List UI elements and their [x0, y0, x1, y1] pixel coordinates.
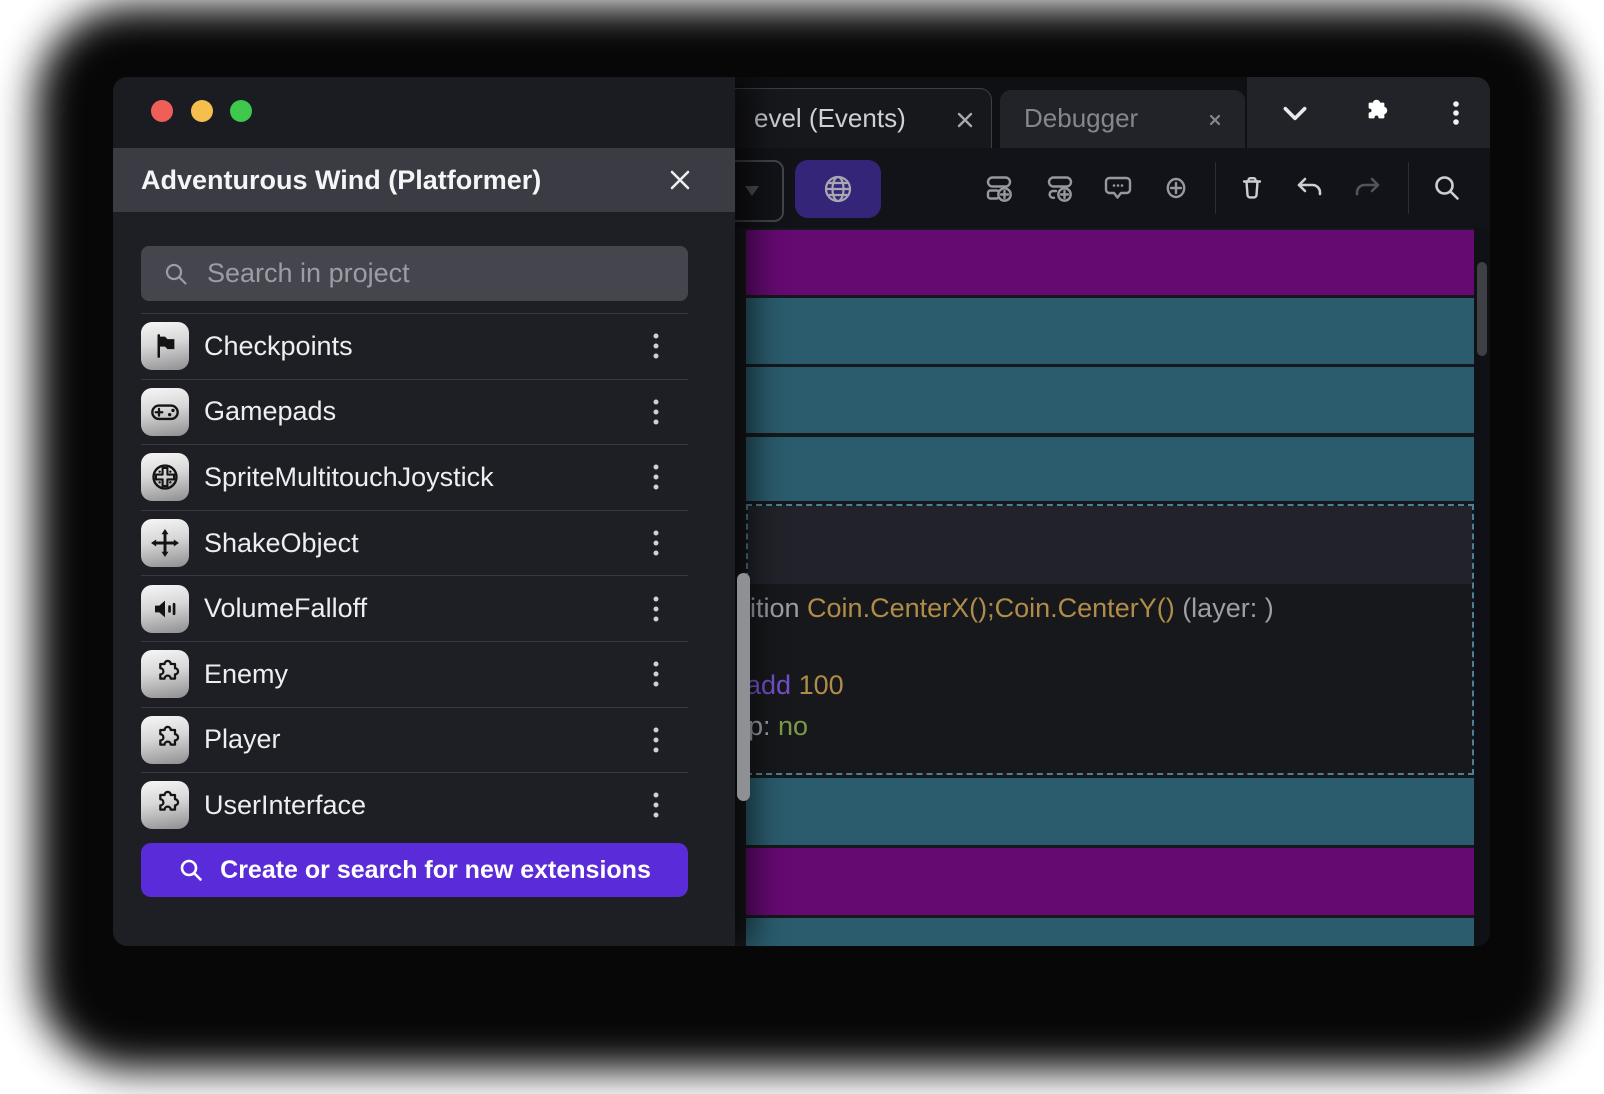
search-input[interactable] — [205, 257, 649, 290]
list-item-shake-object[interactable]: ShakeObject — [141, 510, 688, 576]
list-item-checkpoints[interactable]: Checkpoints — [141, 313, 688, 379]
event-row[interactable] — [746, 918, 1474, 946]
search-events-icon[interactable] — [1429, 170, 1465, 206]
event-row[interactable] — [746, 298, 1474, 364]
scene-globe-button[interactable] — [795, 160, 881, 218]
code-token: ition — [750, 593, 807, 623]
list-item-volume-falloff[interactable]: VolumeFalloff — [141, 575, 688, 641]
code-token: no — [778, 711, 808, 741]
code-token: Coin.CenterY() — [995, 593, 1175, 623]
list-item-label: Player — [204, 724, 281, 755]
add-subevent-icon[interactable] — [1042, 170, 1078, 206]
kebab-menu-icon[interactable] — [647, 328, 665, 364]
scrollbar-thumb[interactable] — [1477, 262, 1487, 356]
kebab-menu-icon[interactable] — [647, 525, 665, 561]
close-tab-icon[interactable] — [1202, 107, 1228, 133]
code-token: ; — [987, 593, 995, 623]
add-circle-icon[interactable] — [1158, 170, 1194, 206]
list-item-gamepads[interactable]: Gamepads — [141, 379, 688, 445]
speaker-icon — [141, 585, 189, 633]
event-row[interactable] — [746, 230, 1474, 295]
project-search[interactable] — [141, 246, 688, 301]
list-item-label: ShakeObject — [204, 528, 359, 559]
gdevelop-window: evel (Events) Debugger — [113, 77, 1490, 946]
list-item-user-interface[interactable]: UserInterface — [141, 772, 688, 838]
extensions-button-label: Create or search for new extensions — [220, 856, 651, 885]
list-item-label: UserInterface — [204, 790, 366, 821]
chevron-down-icon[interactable] — [1280, 98, 1310, 128]
list-item-label: Checkpoints — [204, 331, 353, 362]
search-icon — [178, 857, 204, 883]
code-token: 100 — [799, 670, 844, 700]
tab-level-events[interactable]: evel (Events) — [723, 88, 992, 149]
tab-debugger[interactable]: Debugger — [1000, 90, 1245, 148]
kebab-menu-icon[interactable] — [647, 787, 665, 823]
redo-icon[interactable] — [1349, 170, 1385, 206]
event-row[interactable] — [746, 437, 1474, 501]
event-row-selected[interactable] — [746, 504, 1474, 775]
add-comment-icon[interactable] — [1100, 170, 1136, 206]
gamepad-icon — [141, 388, 189, 436]
kebab-menu-icon[interactable] — [1441, 98, 1471, 128]
puzzle-icon — [141, 781, 189, 829]
toolbar-divider — [1408, 162, 1409, 214]
add-event-icon[interactable] — [981, 170, 1017, 206]
window-titlebar — [113, 77, 735, 148]
panel-header: Adventurous Wind (Platformer) — [113, 148, 735, 212]
window-header-right — [1247, 77, 1490, 148]
close-tab-icon[interactable] — [952, 107, 978, 133]
list-item-label: VolumeFalloff — [204, 593, 367, 624]
create-search-extensions-button[interactable]: Create or search for new extensions — [141, 843, 688, 897]
event-action-text: ition Coin.CenterX();Coin.CenterY() (lay… — [750, 593, 1274, 624]
panel-scrollbar-thumb[interactable] — [737, 573, 750, 801]
macos-minimize-button[interactable] — [191, 100, 213, 122]
flag-icon — [141, 322, 189, 370]
event-condition-block[interactable] — [748, 506, 1472, 584]
tab-debugger-label: Debugger — [1024, 103, 1138, 134]
list-item-label: Gamepads — [204, 396, 336, 427]
kebab-menu-icon[interactable] — [647, 656, 665, 692]
list-item-label: Enemy — [204, 659, 288, 690]
kebab-menu-icon[interactable] — [647, 459, 665, 495]
kebab-menu-icon[interactable] — [647, 394, 665, 430]
code-token: Coin.CenterX() — [807, 593, 987, 623]
list-item-label: SpriteMultitouchJoystick — [204, 462, 494, 493]
joystick-icon — [141, 453, 189, 501]
project-manager-panel: Adventurous Wind (Platformer) Checkpoint… — [113, 77, 735, 946]
puzzle-icon — [141, 650, 189, 698]
puzzle-icon — [141, 716, 189, 764]
event-row[interactable] — [746, 778, 1474, 845]
delete-trash-icon[interactable] — [1234, 170, 1270, 206]
event-row[interactable] — [746, 848, 1474, 915]
event-action-text: p: no — [748, 711, 808, 742]
extensions-list: Checkpoints Gamepads SpriteMultitouchJ — [141, 313, 688, 838]
code-token: add — [746, 670, 799, 700]
extensions-puzzle-icon[interactable] — [1359, 98, 1389, 128]
project-title: Adventurous Wind (Platformer) — [141, 148, 541, 212]
event-row[interactable] — [746, 367, 1474, 433]
event-action-text: add 100 — [746, 670, 844, 701]
macos-zoom-button[interactable] — [230, 100, 252, 122]
toolbar-divider — [1215, 162, 1216, 214]
list-item-sprite-multitouch-joystick[interactable]: SpriteMultitouchJoystick — [141, 444, 688, 510]
tab-level-events-label: evel (Events) — [754, 103, 906, 134]
kebab-menu-icon[interactable] — [647, 722, 665, 758]
undo-icon[interactable] — [1292, 170, 1328, 206]
list-item-player[interactable]: Player — [141, 707, 688, 773]
macos-close-button[interactable] — [151, 100, 173, 122]
code-token: (layer: ) — [1175, 593, 1274, 623]
search-icon — [163, 261, 189, 287]
move-arrows-icon — [141, 519, 189, 567]
close-panel-icon[interactable] — [664, 164, 696, 196]
list-item-enemy[interactable]: Enemy — [141, 641, 688, 707]
globe-icon — [818, 169, 858, 209]
kebab-menu-icon[interactable] — [647, 591, 665, 627]
code-token: p: — [748, 711, 778, 741]
